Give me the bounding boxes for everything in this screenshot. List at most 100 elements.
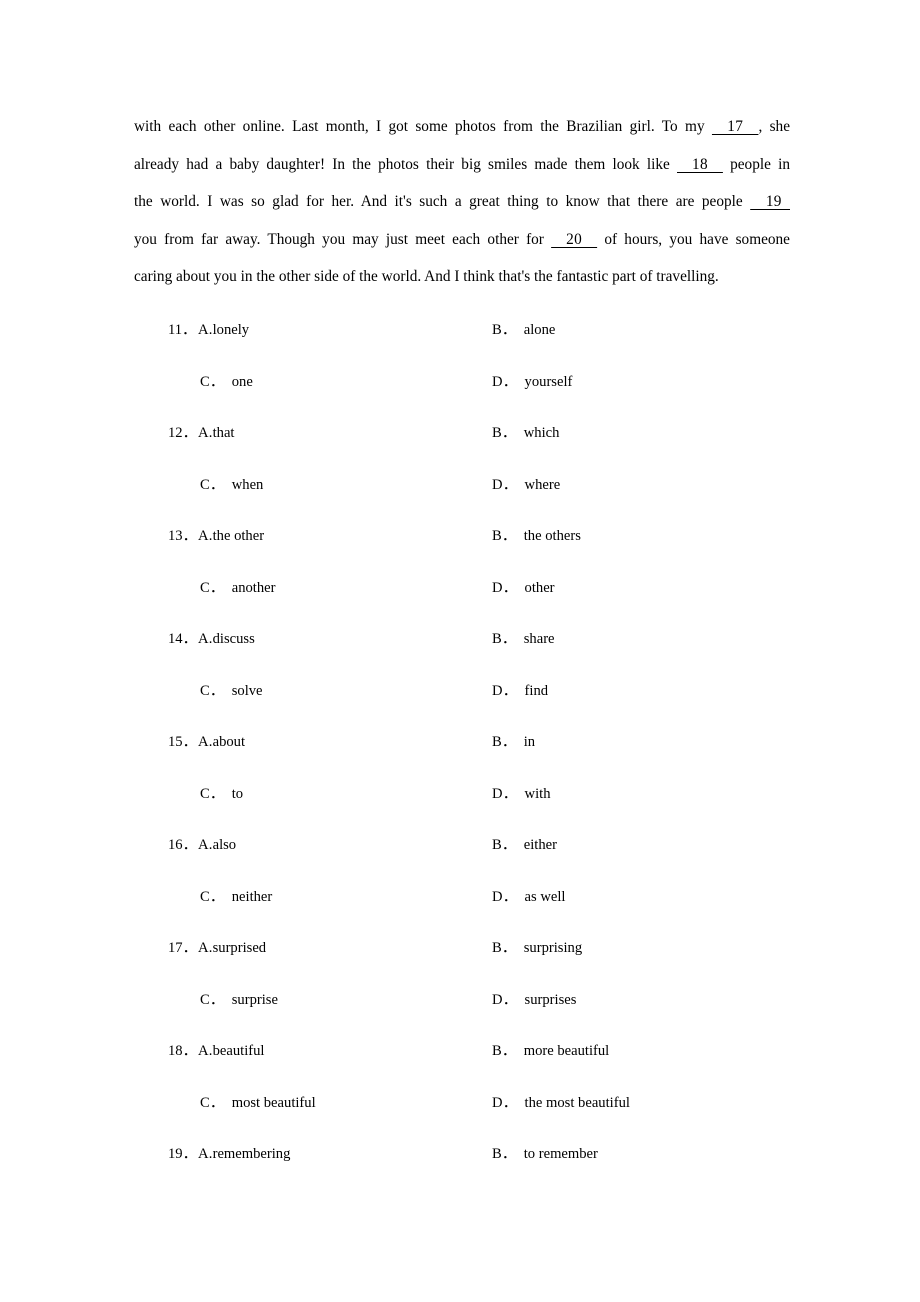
question-item: 17． A.surprised B． surprising C． surprise D． su… <box>0 936 920 1039</box>
option-a-text: remembering <box>212 1146 291 1162</box>
passage-blank[interactable]: 19 <box>750 193 790 210</box>
option-b[interactable]: B． in <box>492 730 535 754</box>
question-number: 13． <box>168 528 198 544</box>
option-a[interactable]: A.also <box>198 833 236 857</box>
option-c[interactable]: C． when <box>200 473 263 497</box>
option-a-text: the other <box>212 528 265 544</box>
option-d[interactable]: D． surprises <box>492 988 576 1012</box>
question-number: 12． <box>168 425 198 441</box>
option-d[interactable]: D． the most beautiful <box>492 1091 630 1115</box>
question-number: 15． <box>168 734 198 750</box>
option-a[interactable]: A.surprised <box>198 936 266 960</box>
passage-blank[interactable]: 18 <box>677 156 723 173</box>
passage-text: the world. I was so glad for her. And it… <box>134 193 751 210</box>
option-a-text: also <box>212 837 237 853</box>
option-b[interactable]: B． either <box>492 833 557 857</box>
question-row-top: 16． A.also B． either <box>0 833 920 885</box>
option-a[interactable]: A.lonely <box>198 318 249 342</box>
option-b[interactable]: B． to remember <box>492 1142 598 1166</box>
option-b-label: B． <box>492 837 517 853</box>
option-a-label: A. <box>198 631 213 647</box>
option-d[interactable]: D． where <box>492 473 560 497</box>
question-row-bottom: C． to D． with <box>0 782 920 834</box>
option-b[interactable]: B． the others <box>492 524 581 548</box>
question-row-top: 13． A.the other B． the others <box>0 524 920 576</box>
option-d[interactable]: D． find <box>492 679 548 703</box>
option-b-text: in <box>523 734 536 750</box>
option-b-text: share <box>523 631 555 647</box>
option-b-text: surprising <box>523 940 583 956</box>
option-b-label: B． <box>492 528 517 544</box>
passage-text: of hours, you have someone <box>597 230 790 248</box>
option-a[interactable]: A.discuss <box>198 627 255 651</box>
option-d-label: D． <box>492 888 518 905</box>
option-c[interactable]: C． one <box>200 370 253 394</box>
option-b[interactable]: B． alone <box>492 318 555 342</box>
passage-line: caring about you in the other side of th… <box>134 258 790 296</box>
option-b-label: B． <box>492 322 517 338</box>
option-d-label: D． <box>492 373 518 390</box>
option-c[interactable]: C． to <box>200 782 243 806</box>
option-a-text: that <box>212 425 235 441</box>
question-number: 16． <box>168 837 198 853</box>
option-c[interactable]: C． another <box>200 576 276 600</box>
option-b-label: B． <box>492 734 517 750</box>
option-a[interactable]: A.the other <box>198 524 264 548</box>
cloze-passage: with each other online. Last month, I go… <box>134 108 790 296</box>
option-b-text: to remember <box>523 1146 598 1162</box>
passage-blank[interactable]: 20 <box>551 231 597 248</box>
question-row-bottom: C． another D． other <box>0 576 920 628</box>
question-row-top: 14． A.discuss B． share <box>0 627 920 679</box>
option-c[interactable]: C． neither <box>200 885 272 909</box>
question-number: 14． <box>168 631 198 647</box>
option-d-label: D． <box>492 682 518 699</box>
question-item: 12． A.that B． which C． when D． where <box>0 421 920 524</box>
option-b[interactable]: B． surprising <box>492 936 582 960</box>
option-b-label: B． <box>492 631 517 647</box>
option-d[interactable]: D． yourself <box>492 370 572 394</box>
option-c[interactable]: C． surprise <box>200 988 278 1012</box>
option-b-text: more beautiful <box>523 1043 610 1059</box>
option-d-label: D． <box>492 785 518 802</box>
option-d[interactable]: D． as well <box>492 885 565 909</box>
option-a[interactable]: A.that <box>198 421 234 445</box>
option-b[interactable]: B． which <box>492 421 559 445</box>
option-c[interactable]: C． most beautiful <box>200 1091 316 1115</box>
option-a[interactable]: A.about <box>198 730 245 754</box>
question-row-top: 11． A.lonely B． alone <box>0 318 920 370</box>
question-item: 19． A.remembering B． to remember <box>0 1142 920 1245</box>
option-c-label: C． <box>200 476 225 493</box>
option-d-text: surprises <box>524 991 577 1008</box>
question-number: 11． <box>168 322 197 338</box>
question-number: 18． <box>168 1043 198 1059</box>
option-c-text: one <box>231 373 253 390</box>
option-a-label: A. <box>198 940 213 956</box>
option-d[interactable]: D． other <box>492 576 555 600</box>
question-number: 17． <box>168 940 198 956</box>
option-d[interactable]: D． with <box>492 782 551 806</box>
option-c-label: C． <box>200 373 225 390</box>
option-b[interactable]: B． share <box>492 627 555 651</box>
option-d-text: the most beautiful <box>524 1094 630 1111</box>
passage-blank[interactable]: 17 <box>712 118 758 135</box>
option-a[interactable]: A.remembering <box>198 1142 290 1166</box>
passage-text: people in <box>722 155 790 173</box>
option-b-label: B． <box>492 1146 517 1162</box>
question-number: 19． <box>168 1146 198 1162</box>
option-b-text: either <box>523 837 557 853</box>
question-row-top: 19． A.remembering B． to remember <box>0 1142 920 1194</box>
option-a[interactable]: A.beautiful <box>198 1039 264 1063</box>
question-row-bottom: C． surprise D． surprises <box>0 988 920 1040</box>
option-d-label: D． <box>492 476 518 493</box>
option-d-text: yourself <box>524 373 573 390</box>
option-c[interactable]: C． solve <box>200 679 263 703</box>
option-a-text: about <box>212 734 246 750</box>
option-a-label: A. <box>198 322 213 338</box>
option-b-label: B． <box>492 1043 517 1059</box>
option-c-text: neither <box>231 888 273 905</box>
option-a-text: beautiful <box>212 1043 265 1059</box>
option-b[interactable]: B． more beautiful <box>492 1039 609 1063</box>
option-c-text: another <box>231 579 276 596</box>
option-c-label: C． <box>200 785 225 802</box>
question-row-top: 17． A.surprised B． surprising <box>0 936 920 988</box>
